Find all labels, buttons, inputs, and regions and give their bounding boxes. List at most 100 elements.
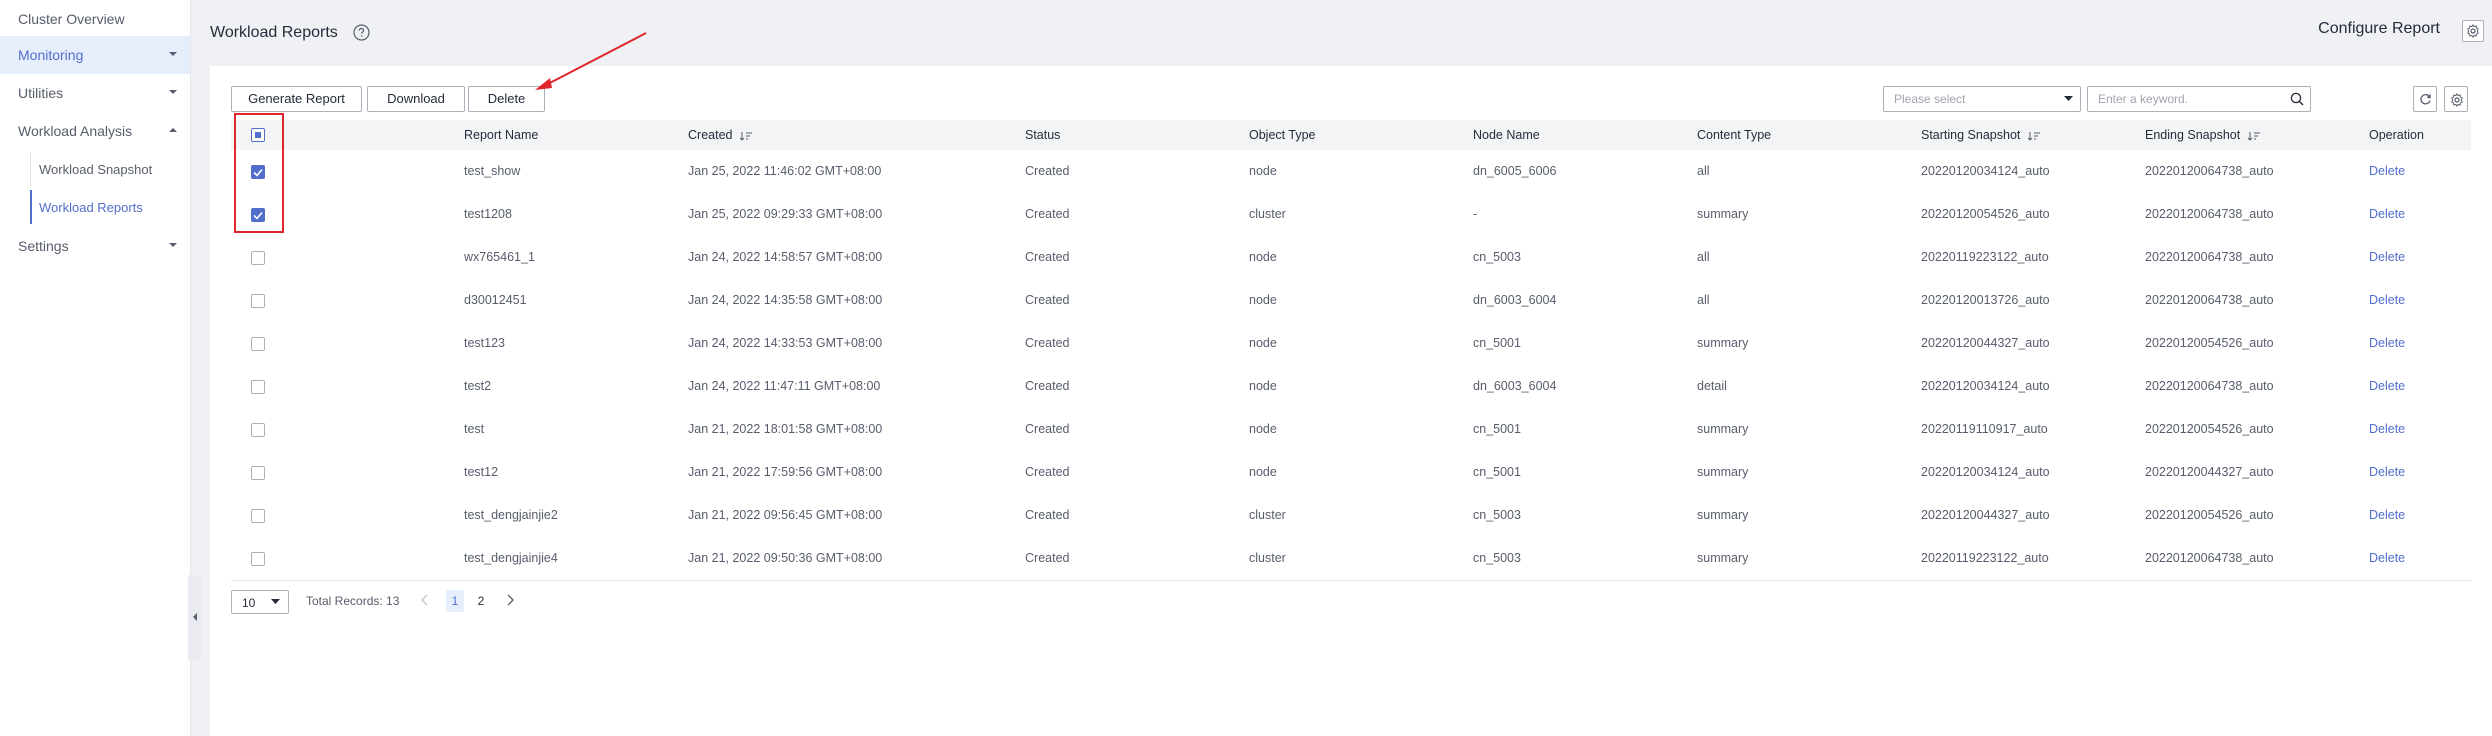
delete-link[interactable]: Delete (2369, 422, 2405, 436)
cell-node-name: cn_5003 (1473, 250, 1521, 264)
cell-starting-snapshot: 20220120034124_auto (1921, 379, 2050, 393)
column-header-label: Ending Snapshot (2145, 128, 2241, 142)
cell-ending-snapshot: 20220120064738_auto (2145, 164, 2274, 178)
cell-created: Jan 25, 2022 11:46:02 GMT+08:00 (688, 164, 882, 178)
delete-link[interactable]: Delete (2369, 336, 2405, 350)
help-icon[interactable] (353, 24, 370, 41)
configure-settings-button[interactable] (2462, 20, 2484, 42)
cell-ending-snapshot: 20220120054526_auto (2145, 336, 2274, 350)
cell-report-name: test1208 (464, 207, 512, 221)
filter-select-placeholder: Please select (1894, 92, 1966, 106)
sidebar-subitem-label: Workload Snapshot (39, 162, 153, 177)
sidebar-item-utilities[interactable]: Utilities (0, 74, 190, 112)
row-checkbox[interactable] (251, 251, 265, 265)
cell-starting-snapshot: 20220120054526_auto (1921, 207, 2050, 221)
delete-link[interactable]: Delete (2369, 508, 2405, 522)
delete-link[interactable]: Delete (2369, 293, 2405, 307)
table-row: test12 Jan 21, 2022 17:59:56 GMT+08:00 Cre… (231, 451, 2471, 495)
sidebar-item-workload-analysis[interactable]: Workload Analysis (0, 112, 190, 150)
column-header-created[interactable]: Created (688, 128, 753, 142)
chevron-left-icon[interactable] (420, 592, 430, 608)
sidebar-collapse-handle[interactable] (188, 575, 202, 660)
delete-link[interactable]: Delete (2369, 551, 2405, 565)
cell-ending-snapshot: 20220120064738_auto (2145, 250, 2274, 264)
search-box (2087, 86, 2311, 112)
page-number-1[interactable]: 1 (446, 590, 464, 612)
sidebar-item-cluster-overview[interactable]: Cluster Overview (0, 0, 190, 38)
row-checkbox[interactable] (251, 294, 265, 308)
sort-icon[interactable] (2028, 131, 2041, 141)
row-checkbox[interactable] (251, 337, 265, 351)
sidebar-item-label: Utilities (18, 85, 64, 101)
delete-link[interactable]: Delete (2369, 465, 2405, 479)
chevron-right-icon[interactable] (505, 592, 515, 608)
cell-created: Jan 24, 2022 14:35:58 GMT+08:00 (688, 293, 883, 307)
search-input[interactable] (2088, 87, 2278, 111)
row-checkbox[interactable] (251, 509, 265, 523)
cell-object-type: node (1249, 422, 1277, 436)
cell-created: Jan 21, 2022 09:50:36 GMT+08:00 (688, 551, 883, 565)
generate-report-button[interactable]: Generate Report (231, 86, 362, 112)
cell-content-type: summary (1697, 465, 1749, 479)
sidebar-subitem-workload-reports[interactable]: Workload Reports (30, 190, 192, 224)
table-row: d30012451 Jan 24, 2022 14:35:58 GMT+08:00… (231, 279, 2471, 323)
cell-ending-snapshot: 20220120054526_auto (2145, 422, 2274, 436)
row-checkbox[interactable] (251, 423, 265, 437)
caret-up-icon (169, 128, 177, 132)
delete-link[interactable]: Delete (2369, 164, 2405, 178)
sort-icon[interactable] (2248, 131, 2261, 141)
sort-icon[interactable] (740, 131, 753, 141)
delete-link[interactable]: Delete (2369, 379, 2405, 393)
table-settings-button[interactable] (2444, 86, 2468, 112)
cell-report-name: test (464, 422, 485, 436)
cell-content-type: summary (1697, 422, 1749, 436)
cell-report-name: wx765461_1 (464, 250, 535, 264)
column-header-content-type: Content Type (1697, 128, 1772, 142)
cell-node-name: cn_5001 (1473, 422, 1521, 436)
cell-object-type: cluster (1249, 207, 1286, 221)
cell-ending-snapshot: 20220120064738_auto (2145, 379, 2274, 393)
table-row: test_dengjainjie4 Jan 21, 2022 09:50:36 G… (231, 537, 2471, 581)
table-row: test_show Jan 25, 2022 11:46:02 GMT+08:00… (231, 150, 2471, 194)
cell-object-type: node (1249, 293, 1277, 307)
search-icon[interactable] (2290, 92, 2304, 106)
sidebar-item-monitoring[interactable]: Monitoring (0, 36, 190, 74)
filter-select[interactable]: Please select (1883, 86, 2081, 112)
download-button[interactable]: Download (367, 86, 465, 112)
configure-report-link[interactable]: Configure Report (2318, 20, 2440, 38)
caret-down-icon (169, 52, 177, 56)
sidebar: Cluster Overview Monitoring Utilities Wo… (0, 0, 191, 736)
page-size-select[interactable]: 10 (231, 590, 289, 614)
cell-node-name: dn_6003_6004 (1473, 293, 1557, 307)
cell-report-name: d30012451 (464, 293, 527, 307)
cell-created: Jan 24, 2022 11:47:11 GMT+08:00 (688, 379, 881, 393)
row-checkbox[interactable] (251, 380, 265, 394)
column-header-starting-snapshot[interactable]: Starting Snapshot (1921, 128, 2041, 142)
delete-link[interactable]: Delete (2369, 250, 2405, 264)
refresh-button[interactable] (2413, 86, 2437, 112)
cell-status: Created (1025, 336, 1070, 350)
cell-report-name: test123 (464, 336, 506, 350)
caret-down-icon (169, 243, 177, 247)
column-header-ending-snapshot[interactable]: Ending Snapshot (2145, 128, 2261, 142)
cell-status: Created (1025, 164, 1070, 178)
cell-node-name: cn_5003 (1473, 508, 1521, 522)
sidebar-subitem-workload-snapshot[interactable]: Workload Snapshot (30, 152, 191, 186)
sidebar-item-label: Workload Analysis (18, 123, 133, 139)
total-records: Total Records: 13 (306, 594, 400, 608)
column-header-operation: Operation (2369, 128, 2424, 142)
sidebar-item-settings[interactable]: Settings (0, 227, 190, 265)
cell-ending-snapshot: 20220120064738_auto (2145, 551, 2274, 565)
cell-node-name: - (1473, 207, 1478, 221)
row-checkbox[interactable] (251, 466, 265, 480)
cell-starting-snapshot: 20220120013726_auto (1921, 293, 2050, 307)
cell-node-name: dn_6003_6004 (1473, 379, 1557, 393)
cell-node-name: cn_5001 (1473, 465, 1521, 479)
page-number-2[interactable]: 2 (472, 590, 490, 612)
row-checkbox[interactable] (251, 552, 265, 566)
cell-created: Jan 24, 2022 14:58:57 GMT+08:00 (688, 250, 883, 264)
cell-report-name: test12 (464, 465, 499, 479)
column-header-node-name: Node Name (1473, 128, 1540, 142)
delete-link[interactable]: Delete (2369, 207, 2405, 221)
cell-node-name: cn_5003 (1473, 551, 1521, 565)
